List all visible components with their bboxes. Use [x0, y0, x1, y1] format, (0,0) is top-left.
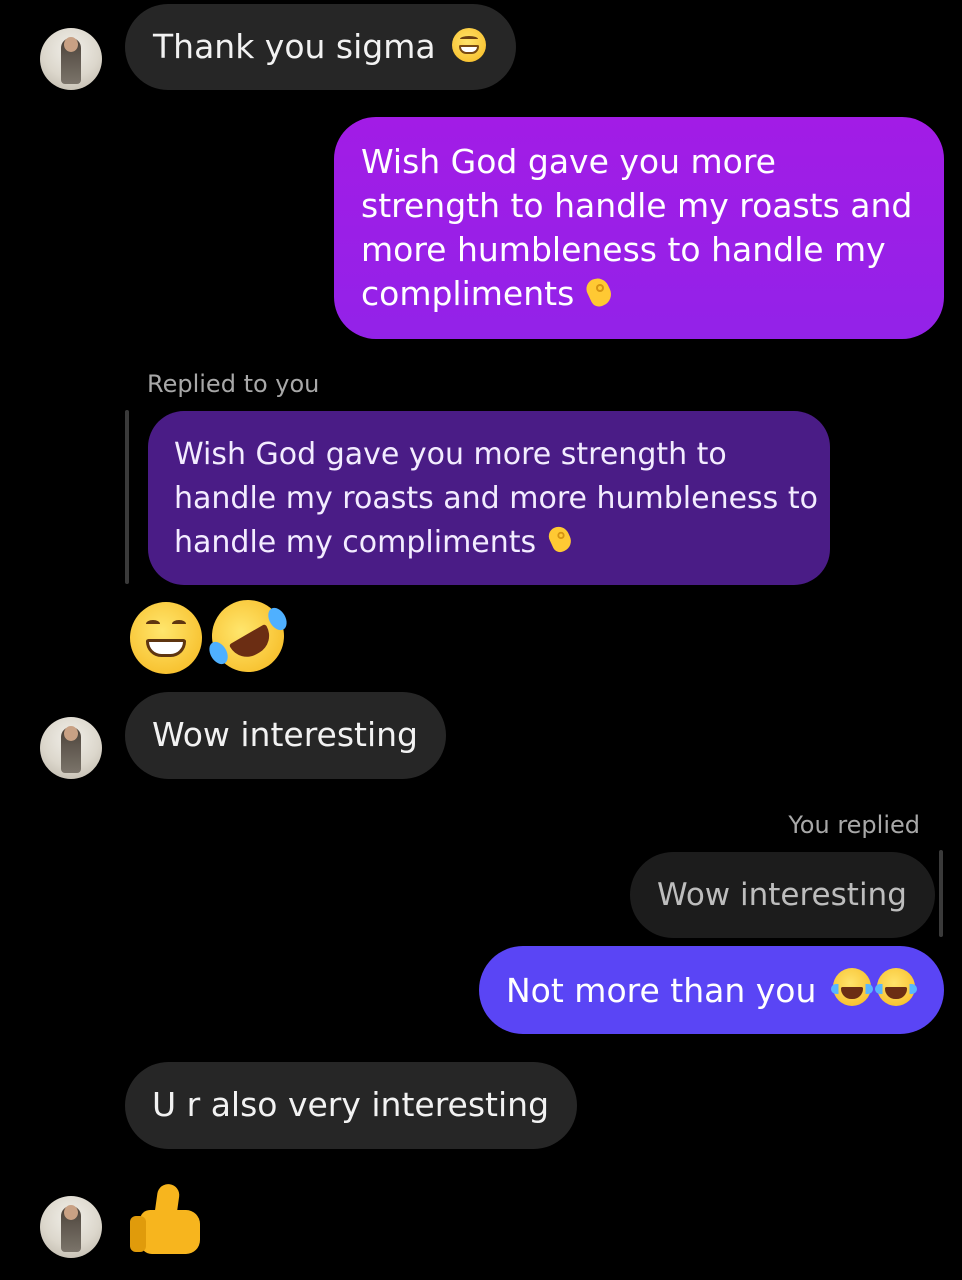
- cuff-part: [130, 1216, 146, 1252]
- thumbs-up-emoji-icon[interactable]: [130, 1180, 206, 1256]
- avatar-head: [64, 726, 78, 741]
- avatar-head: [64, 1205, 78, 1220]
- message-text: Wow interesting: [152, 715, 418, 754]
- message-text: Thank you sigma: [153, 27, 436, 66]
- rolling-on-floor-laughing-emoji-icon[interactable]: [198, 586, 298, 686]
- emoji-tear: [205, 638, 232, 668]
- grinning-face-emoji-icon: [452, 28, 487, 62]
- avatar-head: [64, 37, 78, 52]
- you-replied-label: You replied: [788, 811, 920, 839]
- pinching-hand-emoji-icon: [585, 275, 615, 309]
- received-message-also-interesting[interactable]: U r also very interesting: [125, 1062, 578, 1149]
- sent-message-wish-god[interactable]: Wish God gave you more strength to handl…: [334, 117, 944, 339]
- pinching-hand-emoji-icon: [547, 524, 574, 555]
- reply-quote-line: [939, 850, 943, 937]
- received-message-wow-interesting[interactable]: Wow interesting: [125, 692, 446, 779]
- tears-of-joy-emoji-icon: [830, 968, 873, 1006]
- message-text: Not more than you: [506, 971, 817, 1010]
- quoted-text: Wow interesting: [657, 877, 907, 913]
- tears-of-joy-emoji-icon: [874, 968, 917, 1006]
- emoji-mouth: [146, 639, 186, 657]
- emoji-mouth: [228, 623, 277, 664]
- quoted-line: handle my roasts and more humbleness to: [174, 481, 818, 516]
- quoted-message-wish-god[interactable]: Wish God gave you more strength to handl…: [148, 411, 830, 585]
- quoted-message-wow-interesting[interactable]: Wow interesting: [630, 852, 935, 938]
- hand-part: [140, 1210, 200, 1254]
- message-line: compliments: [361, 274, 575, 313]
- contact-avatar[interactable]: [40, 1196, 102, 1258]
- contact-avatar[interactable]: [40, 717, 102, 779]
- quoted-line: Wish God gave you more strength to: [174, 437, 727, 472]
- message-text: U r also very interesting: [152, 1085, 550, 1124]
- quoted-line: handle my compliments: [174, 525, 537, 560]
- sent-message-not-more-than-you[interactable]: Not more than you: [479, 946, 944, 1034]
- replied-to-you-label: Replied to you: [147, 370, 320, 398]
- contact-avatar[interactable]: [40, 28, 102, 90]
- emoji-eye: [146, 620, 160, 628]
- grinning-face-emoji-icon[interactable]: [130, 602, 202, 674]
- reply-quote-line: [125, 410, 129, 584]
- received-message-thank-you[interactable]: Thank you sigma: [125, 4, 517, 90]
- emoji-eye: [172, 620, 186, 628]
- message-line: Wish God gave you more: [361, 142, 776, 181]
- message-line: strength to handle my roasts and: [361, 186, 913, 225]
- message-line: more humbleness to handle my: [361, 230, 886, 269]
